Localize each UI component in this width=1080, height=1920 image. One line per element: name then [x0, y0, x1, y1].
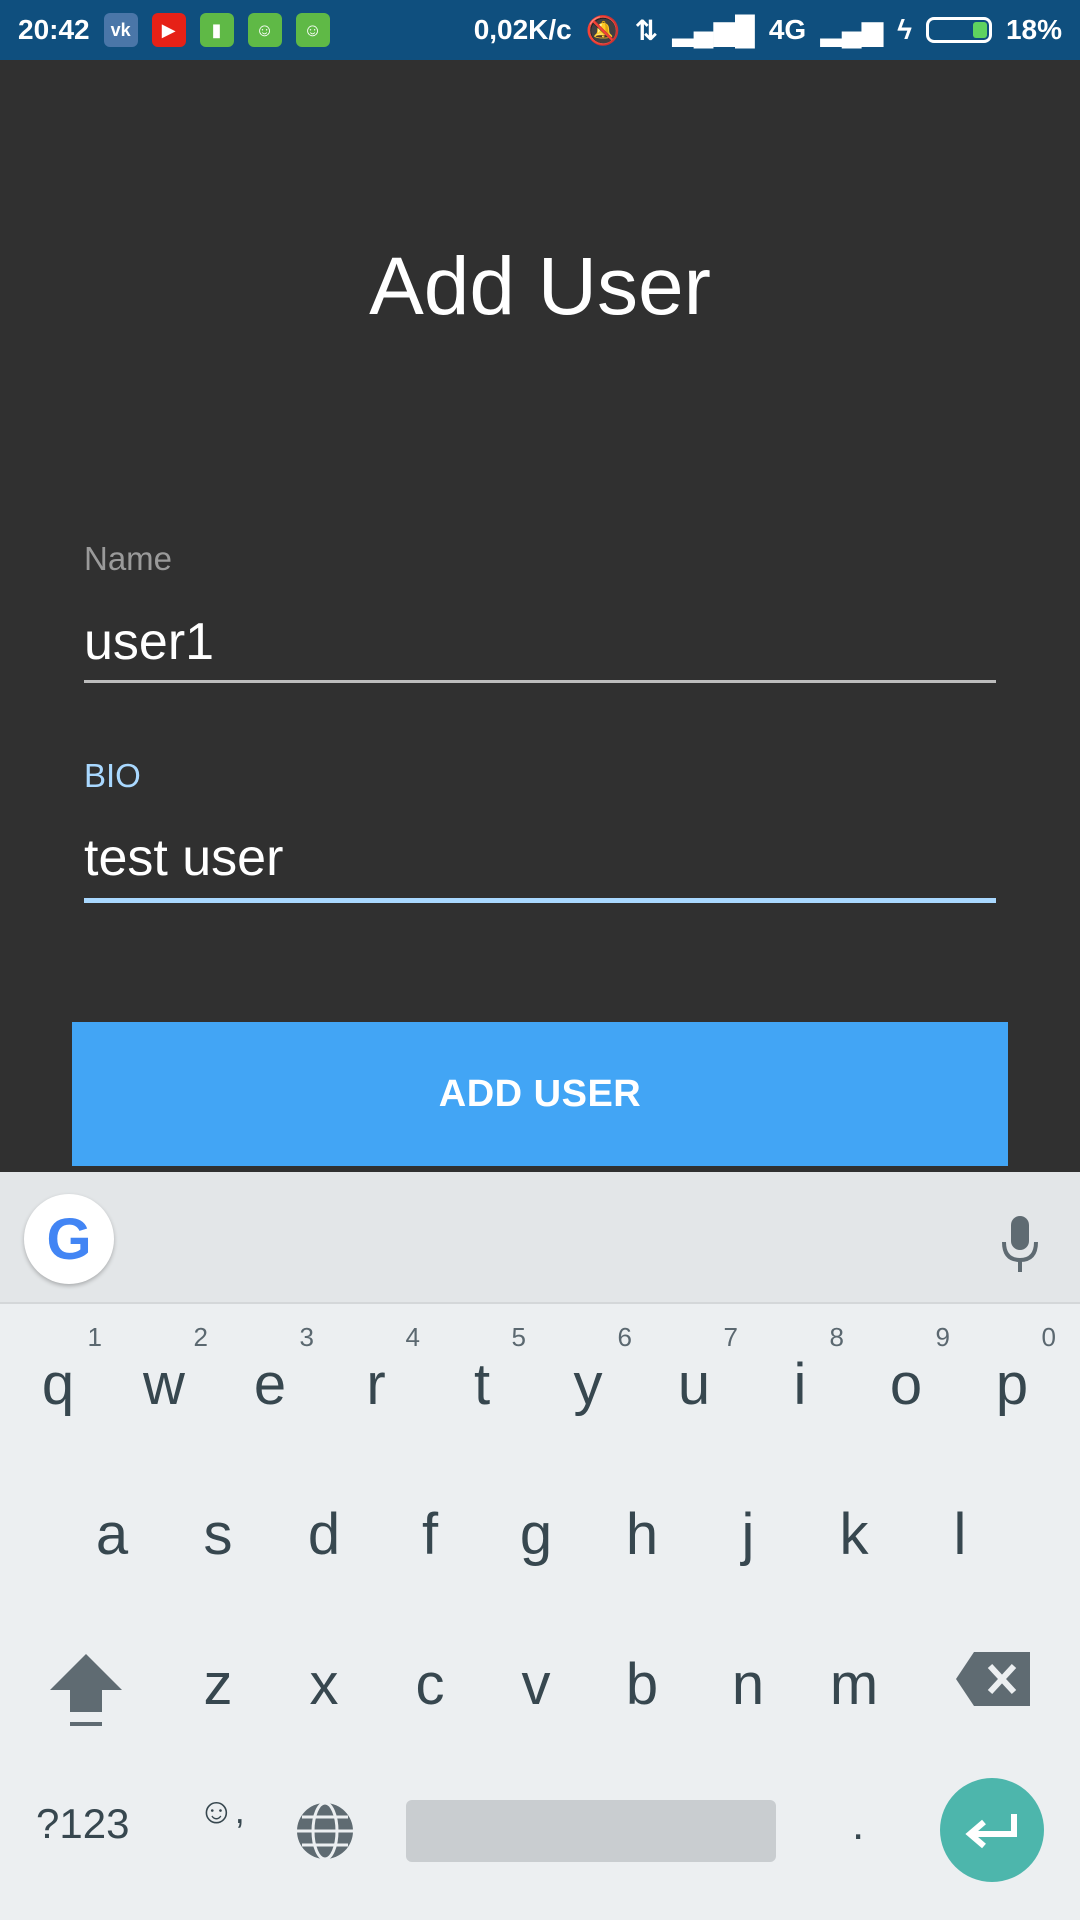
key-h[interactable]: h: [592, 1480, 692, 1590]
key-w[interactable]: w2: [114, 1324, 214, 1440]
key-o[interactable]: o9: [856, 1324, 956, 1440]
enter-icon: [965, 1814, 1017, 1849]
battery-icon: [925, 17, 992, 43]
key-c[interactable]: c: [380, 1630, 480, 1740]
status-bar: 20:42 vk ▶ ▮ ☺ ☺ 0,02K/c 🔕 ⇅ ▂▄▆█ 4G ▂▄▆…: [0, 0, 1080, 60]
status-time: 20:42: [18, 14, 90, 45]
microphone-icon[interactable]: [998, 1214, 1042, 1274]
key-s[interactable]: s: [168, 1480, 268, 1590]
space-key[interactable]: [406, 1800, 776, 1862]
name-underline: [84, 680, 996, 683]
emoji-comma-key[interactable]: ☺,: [198, 1793, 245, 1829]
key-x[interactable]: x: [274, 1630, 374, 1740]
signal-icon: ▂▄▆█: [672, 14, 755, 46]
key-hint: 1: [87, 1322, 102, 1352]
android-icon: ☺: [247, 13, 282, 47]
key-hint: 9: [935, 1322, 950, 1352]
key-label: t: [473, 1352, 491, 1417]
key-v[interactable]: v: [486, 1630, 586, 1740]
key-e[interactable]: e3: [220, 1324, 320, 1440]
key-hint: 6: [617, 1322, 632, 1352]
net-speed: 0,02K/c: [473, 14, 572, 45]
key-label: r: [366, 1352, 386, 1417]
key-n[interactable]: n: [698, 1630, 798, 1740]
key-b[interactable]: b: [592, 1630, 692, 1740]
key-hint: 0: [1041, 1322, 1056, 1352]
battery-saver-icon: ▮: [199, 13, 234, 47]
key-label: i: [793, 1352, 807, 1417]
bio-input[interactable]: [84, 828, 996, 888]
key-f[interactable]: f: [380, 1480, 480, 1590]
bio-label: BIO: [84, 757, 141, 794]
charging-icon: ϟ: [897, 14, 912, 45]
key-label: y: [573, 1352, 603, 1417]
backspace-key[interactable]: [956, 1652, 1030, 1706]
name-input[interactable]: [84, 612, 996, 672]
key-t[interactable]: t5: [432, 1324, 532, 1440]
key-d[interactable]: d: [274, 1480, 374, 1590]
key-label: q: [41, 1352, 75, 1417]
signal-icon-2: ▂▄▆: [820, 14, 884, 46]
key-y[interactable]: y6: [538, 1324, 638, 1440]
vk-icon: vk: [103, 13, 138, 47]
key-p[interactable]: p0: [962, 1324, 1062, 1440]
key-label: p: [995, 1352, 1029, 1417]
key-hint: 3: [299, 1322, 314, 1352]
name-label: Name: [84, 540, 173, 577]
android-icon: ☺: [295, 13, 330, 47]
key-label: w: [143, 1352, 185, 1417]
key-label: u: [677, 1352, 711, 1417]
key-hint: 8: [829, 1322, 844, 1352]
symbols-key[interactable]: ?123: [36, 1800, 129, 1848]
key-hint: 2: [193, 1322, 208, 1352]
key-m[interactable]: m: [804, 1630, 904, 1740]
add-user-button[interactable]: ADD USER: [72, 1022, 1008, 1166]
network-type: 4G: [768, 14, 807, 45]
google-icon[interactable]: G: [24, 1194, 114, 1284]
battery-percent: 18%: [1005, 14, 1062, 45]
key-i[interactable]: i8: [750, 1324, 850, 1440]
period-key[interactable]: .: [852, 1800, 864, 1850]
key-r[interactable]: r4: [326, 1324, 426, 1440]
mute-icon: 🔕: [585, 14, 621, 46]
key-hint: 4: [405, 1322, 420, 1352]
key-j[interactable]: j: [698, 1480, 798, 1590]
key-hint: 5: [511, 1322, 526, 1352]
bio-underline: [84, 898, 996, 903]
data-transfer-icon: ⇅: [634, 14, 659, 46]
shift-key[interactable]: [48, 1650, 124, 1730]
key-hint: 7: [723, 1322, 738, 1352]
key-g[interactable]: g: [486, 1480, 586, 1590]
globe-icon[interactable]: [294, 1800, 356, 1862]
key-l[interactable]: l: [910, 1480, 1010, 1590]
key-z[interactable]: z: [168, 1630, 268, 1740]
key-q[interactable]: q1: [8, 1324, 108, 1440]
enter-key[interactable]: [940, 1778, 1044, 1882]
key-label: e: [253, 1352, 287, 1417]
youtube-icon: ▶: [151, 13, 186, 47]
key-a[interactable]: a: [62, 1480, 162, 1590]
keyboard-suggestion-bar: G: [0, 1172, 1080, 1304]
key-k[interactable]: k: [804, 1480, 904, 1590]
page-title: Add User: [369, 241, 711, 332]
key-label: o: [889, 1352, 923, 1417]
key-u[interactable]: u7: [644, 1324, 744, 1440]
